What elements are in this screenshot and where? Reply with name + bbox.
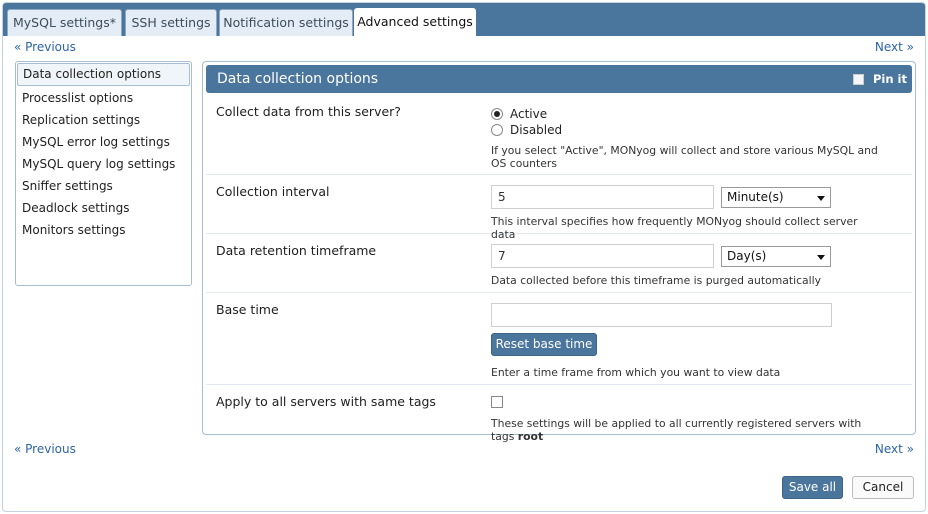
- sidebar-item-monitors-settings[interactable]: Monitors settings: [16, 219, 191, 241]
- sidebar-item-mysql-error-log-settings[interactable]: MySQL error log settings: [16, 131, 191, 153]
- collection-interval-label: Collection interval: [216, 184, 330, 199]
- apply-tags-row: Apply to all servers with same tags Thes…: [206, 385, 912, 443]
- data-retention-input[interactable]: 7: [491, 244, 714, 268]
- pin-it-checkbox[interactable]: [852, 74, 864, 85]
- base-time-input[interactable]: [491, 303, 832, 327]
- disabled-radio[interactable]: [491, 124, 503, 136]
- apply-tags-help: These settings will be applied to all cu…: [491, 417, 881, 443]
- apply-tags-help-text: These settings will be applied to all cu…: [491, 417, 862, 443]
- sidebar-item-replication-settings[interactable]: Replication settings: [16, 109, 191, 131]
- data-retention-label: Data retention timeframe: [216, 243, 377, 258]
- settings-window: MySQL settings* SSH settings Notificatio…: [2, 2, 926, 512]
- data-retention-help: Data collected before this timeframe is …: [491, 274, 822, 287]
- data-retention-row: Data retention timeframe 7 Day(s) Data c…: [206, 234, 912, 293]
- tab-mysql-settings[interactable]: MySQL settings*: [7, 9, 122, 36]
- sidebar-item-mysql-query-log-settings[interactable]: MySQL query log settings: [16, 153, 191, 175]
- base-time-row: Base time Reset base time Enter a time f…: [206, 293, 912, 385]
- tab-bar: MySQL settings* SSH settings Notificatio…: [3, 3, 925, 37]
- sidebar-item-sniffer-settings[interactable]: Sniffer settings: [16, 175, 191, 197]
- sidebar-item-processlist-options[interactable]: Processlist options: [16, 87, 191, 109]
- active-radio[interactable]: [491, 108, 503, 120]
- reset-base-time-button[interactable]: Reset base time: [491, 333, 597, 356]
- previous-link-top[interactable]: « Previous: [14, 40, 76, 54]
- base-time-help: Enter a time frame from which you want t…: [491, 366, 781, 379]
- pin-it-label: Pin it: [872, 72, 907, 86]
- data-retention-unit-select[interactable]: Day(s): [721, 246, 831, 267]
- collection-interval-input[interactable]: 5: [491, 185, 714, 209]
- tab-notification-settings[interactable]: Notification settings: [219, 9, 353, 36]
- sidebar-item-deadlock-settings[interactable]: Deadlock settings: [16, 197, 191, 219]
- tab-ssh-settings[interactable]: SSH settings: [125, 9, 217, 36]
- disabled-radio-label: Disabled: [510, 123, 563, 137]
- cancel-button[interactable]: Cancel: [852, 476, 914, 499]
- collection-interval-unit-value: Minute(s): [727, 190, 784, 204]
- save-all-button[interactable]: Save all: [782, 476, 843, 499]
- chevron-down-icon: [817, 196, 825, 201]
- apply-tags-tag-name: root: [517, 430, 544, 443]
- panel-title: Data collection options: [217, 71, 379, 87]
- pin-it-toggle[interactable]: Pin it: [852, 72, 907, 88]
- tab-advanced-settings[interactable]: Advanced settings: [354, 8, 476, 37]
- collect-data-row: Collect data from this server? Active Di…: [206, 95, 912, 175]
- panel-header: Data collection options Pin it: [206, 65, 912, 93]
- previous-link-bottom[interactable]: « Previous: [14, 442, 76, 456]
- apply-tags-checkbox[interactable]: [491, 396, 503, 408]
- next-link-bottom[interactable]: Next »: [875, 442, 914, 456]
- sidebar-item-data-collection-options[interactable]: Data collection options: [17, 63, 190, 86]
- active-radio-label: Active: [510, 107, 548, 121]
- next-link-top[interactable]: Next »: [875, 40, 914, 54]
- data-retention-unit-value: Day(s): [727, 249, 767, 263]
- base-time-label: Base time: [216, 302, 279, 317]
- collect-data-label: Collect data from this server?: [216, 104, 401, 119]
- chevron-down-icon: [817, 255, 825, 260]
- settings-panel: Data collection options Pin it Collect d…: [202, 61, 916, 443]
- collection-interval-row: Collection interval 5 Minute(s) This int…: [206, 175, 912, 241]
- collect-data-help: If you select "Active", MONyog will coll…: [491, 144, 878, 170]
- collection-interval-unit-select[interactable]: Minute(s): [721, 187, 831, 208]
- sidebar-menu: Data collection options Processlist opti…: [15, 61, 192, 286]
- apply-tags-label: Apply to all servers with same tags: [216, 394, 436, 409]
